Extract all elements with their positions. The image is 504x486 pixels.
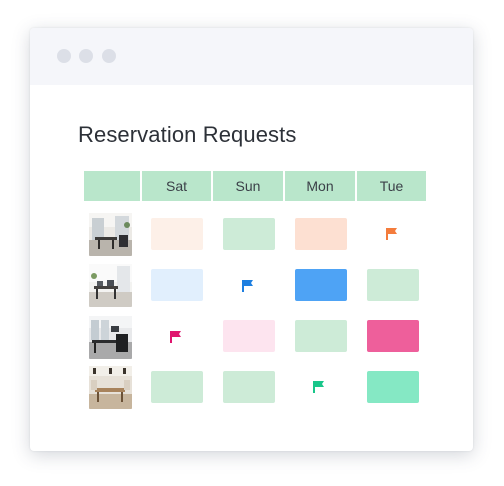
office-room-photo-icon[interactable]: [89, 264, 132, 307]
reservation-slot-room1-sat[interactable]: [151, 218, 203, 250]
window-maximize-dot[interactable]: [102, 49, 116, 63]
flag-cloth: [388, 228, 397, 234]
column-header-sat[interactable]: Sat: [142, 171, 211, 201]
reservation-slot-room1-mon[interactable]: [295, 218, 347, 250]
flag-cloth: [244, 280, 253, 286]
reservation-slot-room3-mon[interactable]: [295, 320, 347, 352]
flag-icon[interactable]: [385, 227, 399, 241]
reservation-slot-room4-sat[interactable]: [151, 371, 203, 403]
window-close-dot[interactable]: [57, 49, 71, 63]
flag-pole: [242, 280, 244, 292]
flag-icon[interactable]: [241, 279, 255, 293]
reservation-slot-room2-sat[interactable]: [151, 269, 203, 301]
flag-cloth: [315, 381, 324, 387]
window-titlebar: [30, 28, 473, 85]
reservation-slot-room3-sun[interactable]: [223, 320, 275, 352]
flag-cloth: [172, 331, 181, 337]
app-window: Reservation Requests Sat Sun Mon Tue: [30, 28, 473, 451]
office-room-photo-icon[interactable]: [89, 213, 132, 256]
reservation-slot-room4-sun[interactable]: [223, 371, 275, 403]
reservation-slot-room1-sun[interactable]: [223, 218, 275, 250]
window-minimize-dot[interactable]: [79, 49, 93, 63]
reservation-slot-room2-mon[interactable]: [295, 269, 347, 301]
reservation-slot-room3-tue[interactable]: [367, 320, 419, 352]
reservation-slot-room4-tue[interactable]: [367, 371, 419, 403]
flag-pole: [313, 381, 315, 393]
flag-pole: [170, 331, 172, 343]
flag-pole: [386, 228, 388, 240]
header-corner-cell: [84, 171, 140, 201]
column-header-sun[interactable]: Sun: [213, 171, 283, 201]
page-title: Reservation Requests: [78, 122, 297, 147]
flag-icon[interactable]: [312, 380, 326, 394]
column-header-mon[interactable]: Mon: [285, 171, 355, 201]
office-room-photo-icon[interactable]: [89, 366, 132, 409]
reservation-slot-room2-tue[interactable]: [367, 269, 419, 301]
office-room-photo-icon[interactable]: [89, 316, 132, 359]
column-header-tue[interactable]: Tue: [357, 171, 426, 201]
flag-icon[interactable]: [169, 330, 183, 344]
